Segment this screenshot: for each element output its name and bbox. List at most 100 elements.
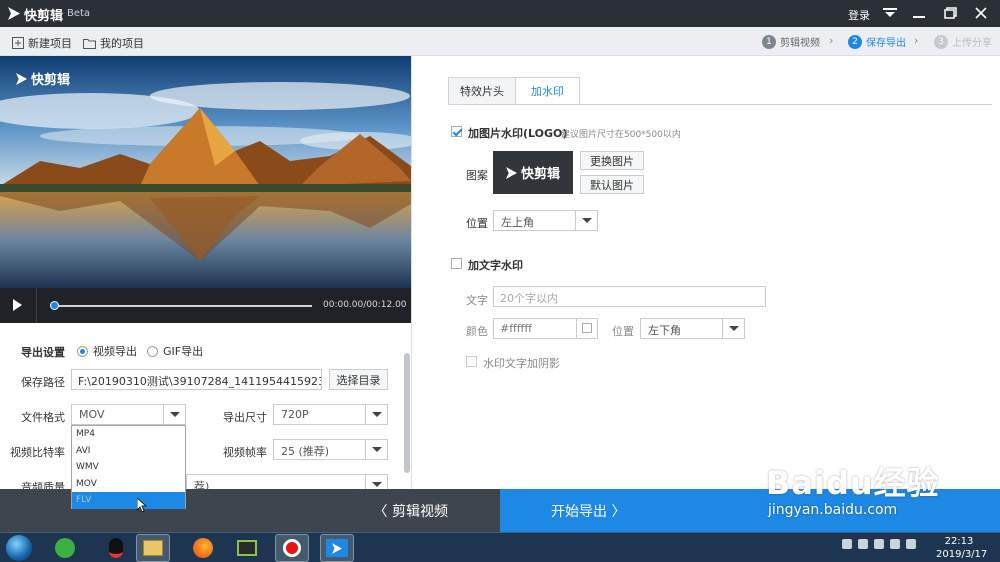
folder-icon (83, 38, 96, 49)
fps-select[interactable]: 25 (推荐) (273, 439, 388, 460)
default-image-button[interactable]: 默认图片 (580, 175, 644, 194)
file-format-select[interactable]: MOV (71, 404, 186, 425)
video-preview[interactable]: 快剪辑 (0, 56, 411, 288)
chevron-down-icon (365, 440, 387, 459)
format-option-mov[interactable]: MOV (72, 476, 185, 493)
file-format-value: MOV (79, 408, 105, 421)
format-option-mp4[interactable]: MP4 (72, 426, 185, 443)
export-settings-title: 导出设置 (21, 346, 65, 359)
player-divider (36, 288, 37, 323)
logo-position-select[interactable]: 左上角 (493, 210, 598, 231)
play-logo-icon (505, 166, 517, 179)
clock-time: 22:13 (944, 536, 974, 547)
radio-dot (147, 345, 158, 357)
radio-gif-export[interactable]: GIF导出 (147, 343, 203, 359)
format-option-wmv[interactable]: WMV (72, 459, 185, 476)
text-shadow-checkbox[interactable] (466, 356, 477, 367)
chevron-right-icon: › (914, 34, 919, 47)
step-number: 1 (762, 34, 776, 49)
play-icon[interactable] (13, 299, 22, 311)
color-label: 颜色 (466, 325, 488, 338)
step-label: 保存导出 (866, 38, 906, 49)
text-watermark-label: 加文字水印 (468, 259, 523, 272)
landscape-preview-image (0, 56, 411, 288)
text-shadow-label: 水印文字加阴影 (483, 357, 560, 370)
new-project-button[interactable]: 新建项目 (12, 35, 72, 51)
step-number: 2 (848, 34, 862, 49)
save-path-field[interactable]: F:\20190310测试\39107284_1411954415923_mth… (71, 369, 322, 390)
title-bar: 快剪辑 Beta 登录 (0, 0, 1000, 27)
tab-add-watermark[interactable]: 加水印 (515, 77, 580, 105)
tab-intro-effects[interactable]: 特效片头 (448, 77, 516, 105)
baidu-logo: Baidu经验 (766, 464, 940, 502)
minimize-icon[interactable] (908, 4, 930, 22)
flag-icon[interactable] (858, 539, 868, 549)
player-controls: 00:00.00/00:12.00 (0, 288, 411, 323)
radio-label: GIF导出 (163, 345, 204, 358)
step-number: 3 (934, 34, 948, 49)
audio-quality-label: 音频质量 (21, 481, 65, 489)
browser-360-icon[interactable] (48, 534, 82, 562)
color-swatch[interactable] (576, 318, 598, 339)
progress-handle[interactable] (50, 301, 59, 310)
my-projects-label: 我的项目 (100, 37, 144, 50)
radio-video-export[interactable]: 视频导出 (77, 343, 137, 359)
firefox-icon[interactable] (186, 534, 220, 562)
audio-quality-value: 荐) (194, 480, 210, 489)
app-logo-icon (8, 7, 20, 20)
toolbar: 新建项目 我的项目 1 剪辑视频 › 2 保存导出 › 3 上传分享 (0, 27, 1000, 56)
watermark-text-input[interactable]: 20个字以内 (493, 286, 766, 307)
screen-recorder-icon[interactable] (275, 534, 309, 562)
plus-icon (12, 37, 24, 49)
radio-dot (77, 345, 88, 357)
media-app-icon[interactable] (230, 534, 264, 562)
save-path-label: 保存路径 (21, 376, 65, 389)
image-watermark-checkbox[interactable] (451, 126, 462, 137)
export-size-select[interactable]: 720P (273, 404, 388, 425)
replace-image-button[interactable]: 更换图片 (580, 151, 644, 170)
preview-logo: 快剪辑 (16, 69, 70, 88)
kuaijianji-taskbar-icon[interactable] (320, 534, 354, 562)
chevron-down-icon (365, 475, 387, 489)
export-size-value: 720P (281, 408, 309, 421)
clock-date: 2019/3/17 (936, 549, 988, 560)
maximize-icon[interactable] (939, 4, 961, 22)
format-option-flv[interactable]: FLV (72, 492, 185, 509)
qq-icon[interactable] (99, 534, 133, 562)
step-upload-share[interactable]: 3 上传分享 (934, 34, 992, 49)
color-value-field[interactable]: #ffffff (493, 318, 577, 339)
baidu-jingyan-watermark: Baidu经验 jingyan.baidu.com (766, 458, 940, 518)
color-swatch-box (582, 323, 592, 333)
network-icon[interactable] (874, 539, 884, 549)
settings-scrollbar[interactable] (404, 353, 410, 473)
menu-dropdown-icon[interactable] (879, 4, 901, 22)
format-option-avi[interactable]: AVI (72, 443, 185, 460)
baidu-url: jingyan.baidu.com (768, 502, 898, 518)
choose-directory-button[interactable]: 选择目录 (329, 369, 388, 390)
text-label: 文字 (466, 294, 488, 307)
step-save-export[interactable]: 2 保存导出 (848, 34, 906, 49)
watermark-logo-preview: 快剪辑 (493, 151, 573, 194)
system-clock[interactable]: 22:13 2019/3/17 (936, 535, 988, 561)
fps-label: 视频帧率 (223, 446, 267, 459)
start-button-icon[interactable] (6, 535, 32, 561)
export-size-label: 导出尺寸 (223, 411, 267, 424)
volume-icon[interactable] (890, 539, 900, 549)
text-position-select[interactable]: 左下角 (640, 318, 745, 339)
chevron-right-icon: › (829, 34, 834, 47)
watermark-logo-text: 快剪辑 (520, 167, 560, 182)
security-icon[interactable] (906, 539, 916, 549)
text-watermark-checkbox[interactable] (451, 258, 462, 269)
file-format-label: 文件格式 (21, 411, 65, 424)
my-projects-button[interactable]: 我的项目 (83, 35, 144, 51)
app-beta-tag: Beta (67, 8, 91, 19)
audio-quality-select[interactable]: 荐) (186, 474, 388, 489)
file-explorer-icon[interactable] (136, 534, 170, 562)
fps-value: 25 (推荐) (281, 445, 330, 458)
login-link[interactable]: 登录 (848, 7, 870, 23)
keyboard-icon[interactable] (842, 539, 852, 549)
step-edit-video[interactable]: 1 剪辑视频 (762, 34, 820, 49)
close-icon[interactable] (970, 4, 992, 22)
progress-track[interactable] (54, 305, 312, 307)
mouse-cursor-icon (137, 498, 147, 513)
